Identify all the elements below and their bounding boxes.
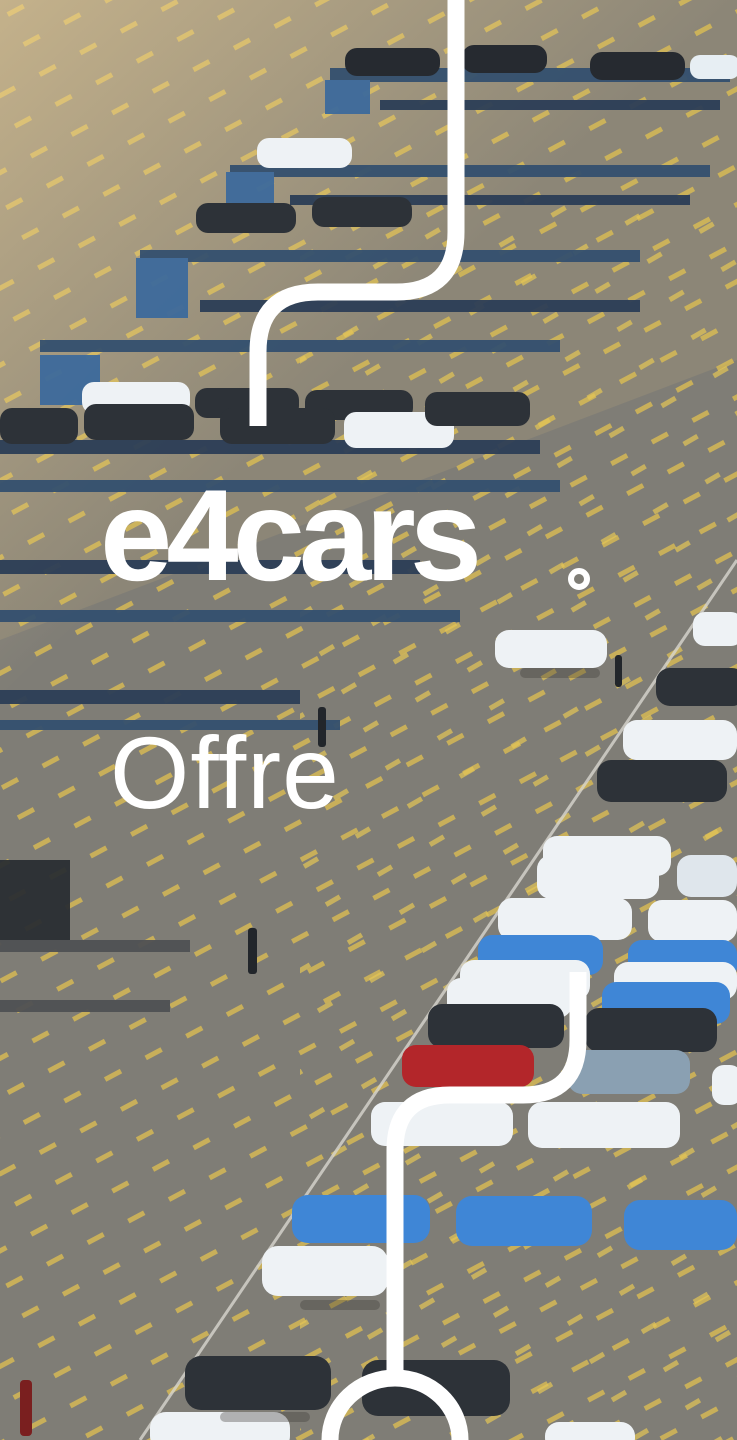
offer-cover: e4cars Offre xyxy=(0,0,737,1440)
page-title: Offre xyxy=(110,716,340,830)
brand-logo: e4cars xyxy=(100,462,482,608)
logo-ring-icon xyxy=(568,568,590,590)
